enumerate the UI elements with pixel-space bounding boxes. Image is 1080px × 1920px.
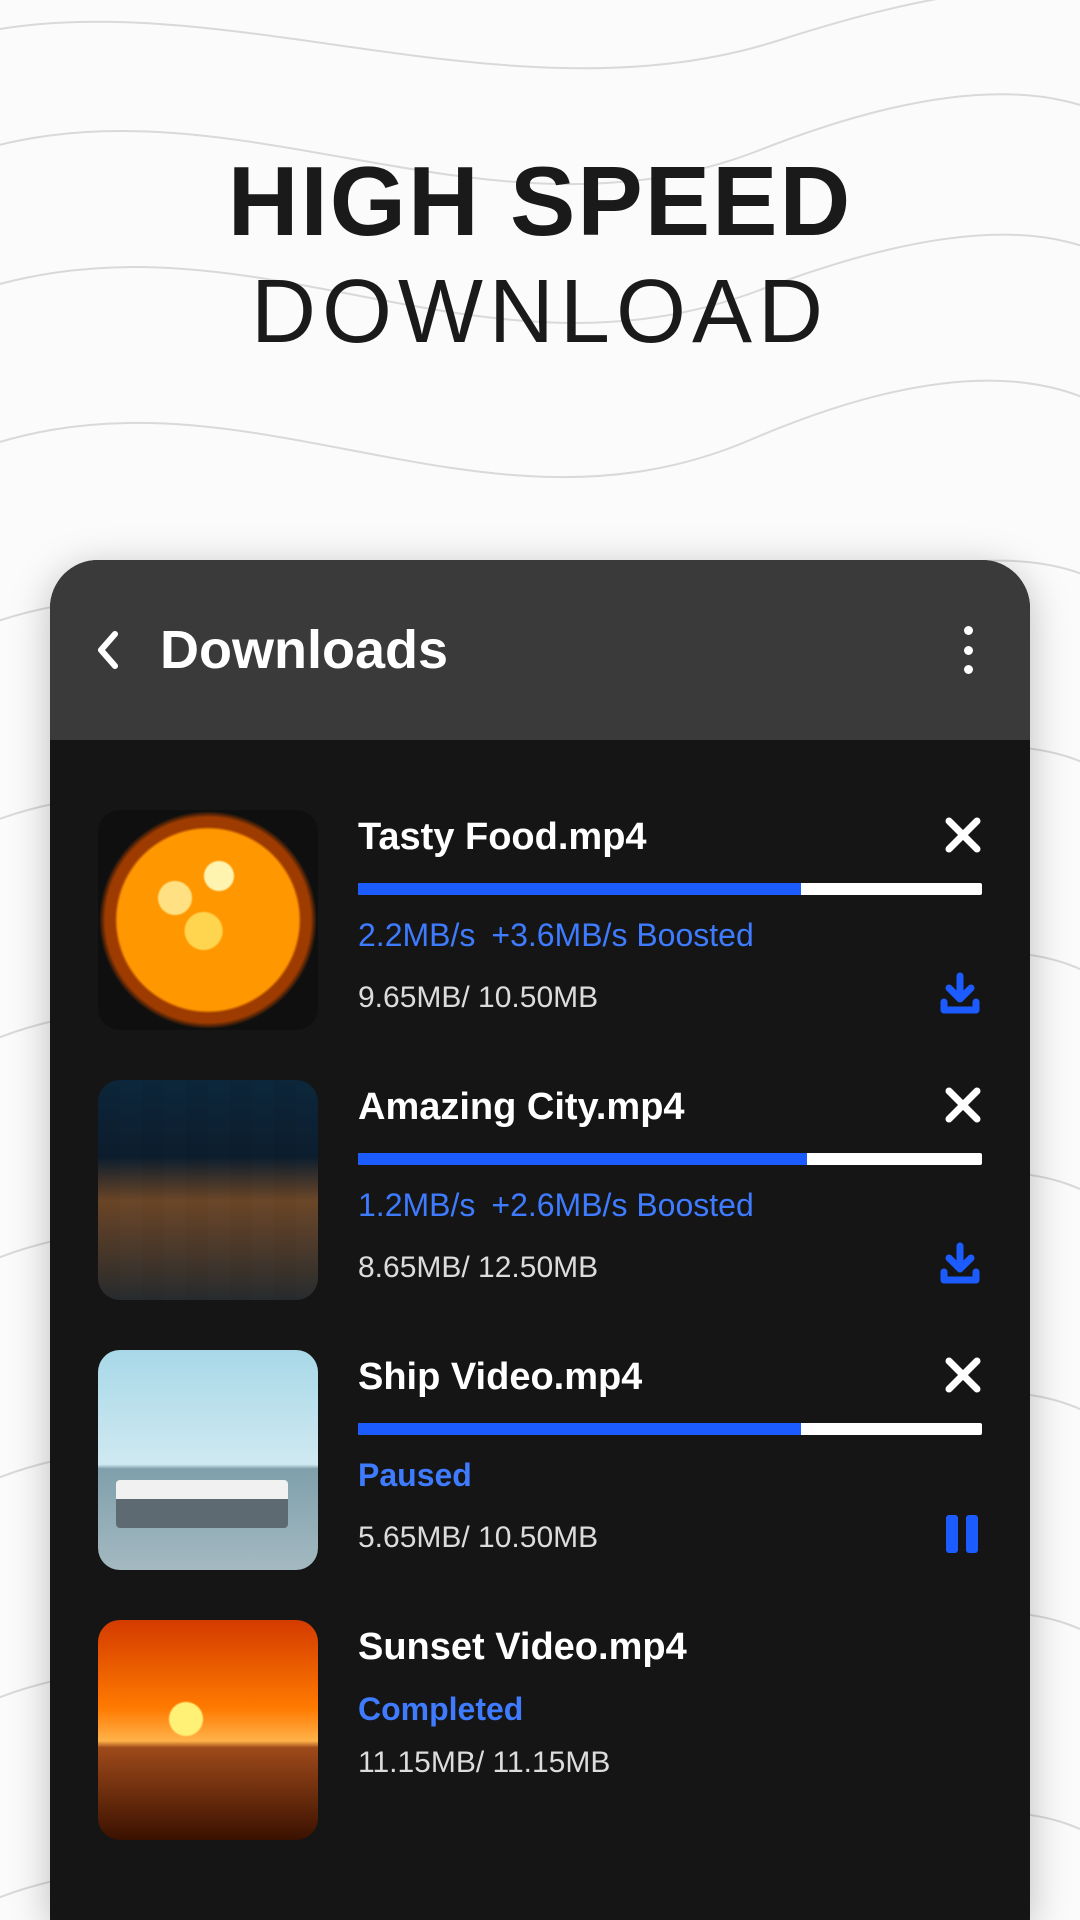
chevron-left-icon: [96, 631, 118, 669]
close-icon: [944, 1086, 982, 1124]
hero: HIGH SPEED DOWNLOAD: [0, 0, 1080, 362]
resume-button[interactable]: [942, 1512, 982, 1564]
download-info: Amazing City.mp4 1.2MB/s +2.6MB/s Boosted 8…: [358, 1080, 982, 1300]
file-title: Sunset Video.mp4: [358, 1626, 687, 1669]
download-icon: [938, 1242, 982, 1286]
progress-fill: [358, 1153, 807, 1165]
file-title: Tasty Food.mp4: [358, 816, 647, 859]
speed-line: 1.2MB/s +2.6MB/s Boosted: [358, 1187, 982, 1224]
cancel-button[interactable]: [944, 1086, 982, 1129]
download-button[interactable]: [938, 1242, 982, 1294]
download-info: Tasty Food.mp4 2.2MB/s +3.6MB/s Boosted 9.6…: [358, 810, 982, 1030]
more-menu-button[interactable]: [952, 624, 984, 676]
size-line: 9.65MB/ 10.50MB: [358, 972, 982, 1024]
size-line: 11.15MB/ 11.15MB: [358, 1746, 982, 1780]
cancel-button[interactable]: [944, 816, 982, 859]
close-icon: [944, 1356, 982, 1394]
file-title: Ship Video.mp4: [358, 1356, 642, 1399]
boosted-value: +2.6MB/s Boosted: [491, 1187, 753, 1224]
thumbnail[interactable]: [98, 1620, 318, 1840]
progress-bar: [358, 1153, 982, 1165]
download-row: Sunset Video.mp4 Completed 11.15MB/ 11.15M…: [98, 1620, 982, 1840]
size-text: 9.65MB/ 10.50MB: [358, 981, 598, 1015]
app-frame: Downloads Tasty Food.mp4 2.2MB/s +3.6MB/s …: [50, 560, 1030, 1920]
progress-bar: [358, 1423, 982, 1435]
download-row: Tasty Food.mp4 2.2MB/s +3.6MB/s Boosted 9.6…: [98, 810, 982, 1030]
size-text: 5.65MB/ 10.50MB: [358, 1521, 598, 1555]
cancel-button[interactable]: [944, 1356, 982, 1399]
progress-fill: [358, 1423, 801, 1435]
download-info: Sunset Video.mp4 Completed 11.15MB/ 11.15M…: [358, 1620, 982, 1840]
thumbnail[interactable]: [98, 1350, 318, 1570]
size-line: 5.65MB/ 10.50MB: [358, 1512, 982, 1564]
download-list: Tasty Food.mp4 2.2MB/s +3.6MB/s Boosted 9.6…: [50, 740, 1030, 1840]
appbar: Downloads: [50, 560, 1030, 740]
download-button[interactable]: [938, 972, 982, 1024]
download-row: Ship Video.mp4 Paused 5.65MB/ 10.50MB: [98, 1350, 982, 1570]
more-vert-icon: [964, 626, 973, 635]
file-title: Amazing City.mp4: [358, 1086, 685, 1129]
appbar-title: Downloads: [160, 619, 916, 681]
pause-icon: [942, 1512, 982, 1556]
close-icon: [944, 816, 982, 854]
speed-value: 1.2MB/s: [358, 1187, 475, 1224]
progress-bar: [358, 883, 982, 895]
download-row: Amazing City.mp4 1.2MB/s +2.6MB/s Boosted 8…: [98, 1080, 982, 1300]
status-text: Paused: [358, 1457, 982, 1494]
thumbnail[interactable]: [98, 1080, 318, 1300]
hero-line-1: HIGH SPEED: [0, 150, 1080, 253]
size-text: 11.15MB/ 11.15MB: [358, 1746, 610, 1780]
size-line: 8.65MB/ 12.50MB: [358, 1242, 982, 1294]
size-text: 8.65MB/ 12.50MB: [358, 1251, 598, 1285]
progress-fill: [358, 883, 801, 895]
back-button[interactable]: [96, 626, 124, 674]
speed-value: 2.2MB/s: [358, 917, 475, 954]
hero-line-2: DOWNLOAD: [0, 263, 1080, 362]
speed-line: 2.2MB/s +3.6MB/s Boosted: [358, 917, 982, 954]
boosted-value: +3.6MB/s Boosted: [491, 917, 753, 954]
download-icon: [938, 972, 982, 1016]
thumbnail[interactable]: [98, 810, 318, 1030]
status-text: Completed: [358, 1691, 982, 1728]
download-info: Ship Video.mp4 Paused 5.65MB/ 10.50MB: [358, 1350, 982, 1570]
